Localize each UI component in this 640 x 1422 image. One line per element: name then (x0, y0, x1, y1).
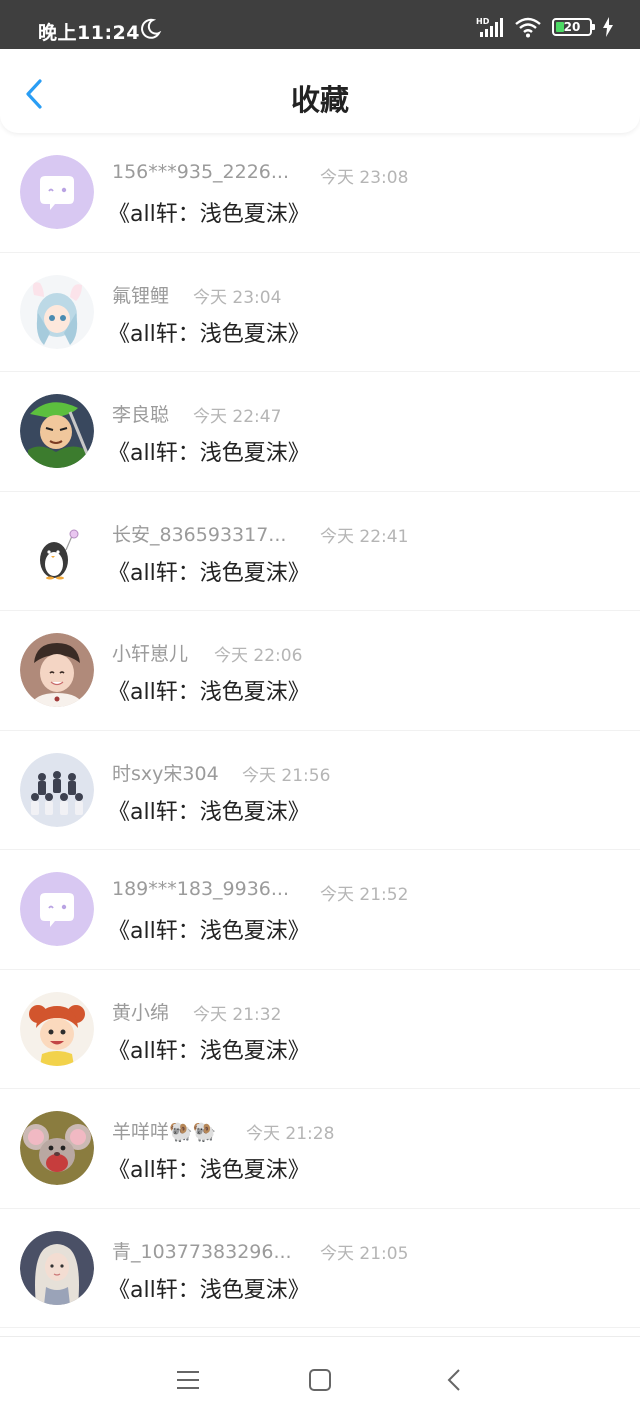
list-item[interactable]: 氟锂鲤 今天 23:04 《all轩：浅色夏沫》 (0, 253, 640, 372)
item-name: 189***183_9936... (112, 878, 290, 900)
anime-swordsman-avatar (20, 394, 94, 468)
group-photo-avatar (20, 752, 94, 827)
list-item[interactable]: 时sxy宋304 今天 21:56 《all轩：浅色夏沫》 (0, 731, 640, 850)
header: 收藏 (0, 49, 640, 133)
item-time: 今天 23:08 (320, 168, 409, 188)
svg-text:HD: HD (476, 17, 490, 26)
system-nav-bar (0, 1336, 640, 1422)
list-item[interactable]: 羊咩咩🐏🐏 今天 21:28 《all轩：浅色夏沫》 (0, 1089, 640, 1209)
home-square-icon[interactable] (305, 1365, 335, 1395)
item-content: 《all轩：浅色夏沫》 (108, 1038, 310, 1064)
item-name: 长安_836593317... (112, 523, 287, 546)
item-name: 青_10377383296... (112, 1240, 292, 1263)
item-time: 今天 23:04 (193, 287, 282, 308)
item-content: 《all轩：浅色夏沫》 (108, 680, 310, 705)
back-triangle-icon[interactable] (440, 1365, 470, 1395)
list-item[interactable]: 小轩崽儿 今天 22:06 《all轩：浅色夏沫》 (0, 611, 640, 731)
anime-girl-avatar (20, 274, 94, 349)
item-name: 黄小绵 (112, 1001, 170, 1024)
item-name: 氟锂鲤 (112, 284, 170, 307)
item-content: 《all轩：浅色夏沫》 (108, 799, 310, 825)
battery-level: 20 (563, 20, 581, 34)
item-name: 羊咩咩🐏🐏 (112, 1121, 217, 1143)
menu-icon[interactable] (173, 1365, 203, 1395)
item-time: 今天 22:06 (214, 646, 303, 666)
item-content: 《all轩：浅色夏沫》 (108, 441, 310, 466)
item-content: 《all轩：浅色夏沫》 (108, 560, 310, 586)
item-name: 时sxy宋304 (112, 762, 219, 785)
item-content: 《all轩：浅色夏沫》 (108, 1158, 310, 1183)
list-item[interactable]: 长安_836593317... 今天 22:41 《all轩：浅色夏沫》 (0, 492, 640, 611)
list-item[interactable]: 黄小绵 今天 21:32 《all轩：浅色夏沫》 (0, 970, 640, 1089)
item-name: 小轩崽儿 (112, 643, 189, 665)
item-time: 今天 21:05 (320, 1243, 409, 1264)
default-chat-avatar (20, 872, 94, 946)
moon-icon (141, 18, 162, 39)
charging-icon (603, 17, 613, 37)
cartoon-girl-avatar (20, 991, 94, 1066)
page-title: 收藏 (290, 83, 349, 117)
penguin-avatar (20, 513, 94, 588)
item-content: 《all轩：浅色夏沫》 (108, 321, 310, 347)
item-time: 今天 21:56 (242, 765, 331, 786)
item-content: 《all轩：浅色夏沫》 (108, 1277, 310, 1303)
item-name: 李良聪 (112, 404, 170, 426)
status-bar: 晚上11:24 HD 20 (0, 0, 640, 49)
hd-signal-icon: HD (476, 17, 503, 37)
item-time: 今天 22:41 (320, 526, 409, 547)
girl-photo-avatar (20, 1230, 94, 1305)
list-item[interactable]: 李良聪 今天 22:47 《all轩：浅色夏沫》 (0, 372, 640, 492)
cartoon-mouse-avatar (20, 1111, 94, 1185)
list-item[interactable]: 156***935_2226... 今天 23:08 《all轩：浅色夏沫》 (0, 133, 640, 253)
item-time: 今天 21:32 (193, 1004, 282, 1025)
list-item[interactable]: 189***183_9936... 今天 21:52 《all轩：浅色夏沫》 (0, 850, 640, 970)
battery-icon: 20 (552, 18, 595, 36)
item-time: 今天 22:47 (193, 407, 282, 427)
item-time: 今天 21:52 (320, 885, 409, 905)
status-time: 晚上11:24 (38, 22, 140, 44)
item-name: 156***935_2226... (112, 161, 290, 183)
list-item[interactable]: 青_10377383296... 今天 21:05 《all轩：浅色夏沫》 (0, 1209, 640, 1328)
default-chat-avatar (20, 155, 94, 229)
item-content: 《all轩：浅色夏沫》 (108, 202, 310, 227)
item-time: 今天 21:28 (246, 1124, 335, 1144)
favorites-list: 156***935_2226... 今天 23:08 《all轩：浅色夏沫》 氟… (0, 133, 640, 1328)
item-content: 《all轩：浅色夏沫》 (108, 919, 310, 944)
boy-photo-avatar (20, 633, 94, 707)
wifi-icon (515, 17, 541, 38)
